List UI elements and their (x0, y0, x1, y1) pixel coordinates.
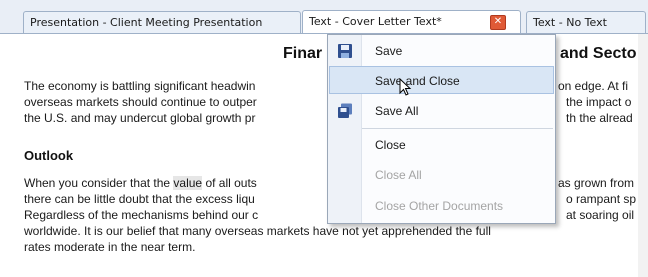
paragraph-line: rates moderate in the near term. (24, 240, 196, 254)
tab-context-menu: Save Save and Close Save All Close Close… (327, 34, 556, 224)
tab-client-meeting-presentation[interactable]: Presentation - Client Meeting Presentati… (23, 11, 301, 33)
save-all-icon (338, 103, 352, 118)
paragraph-line: at soaring oil (566, 208, 635, 222)
paragraph-line: The economy is battling significant head… (24, 79, 256, 93)
paragraph-line: the impact o (566, 95, 632, 109)
mouse-cursor-icon (399, 78, 412, 96)
section-heading: Outlook (24, 148, 74, 163)
paragraph-line: th the alread (566, 111, 633, 125)
paragraph-line: on edge. At fi (558, 79, 629, 93)
document-title-right: and Secto (560, 45, 637, 62)
paragraph-line: there can be little doubt that the exces… (24, 192, 255, 206)
tab-label: Text - No Text (533, 16, 607, 29)
tab-label: Text - Cover Letter Text* (309, 15, 442, 28)
tab-no-text[interactable]: Text - No Text (526, 11, 646, 33)
menu-item-save[interactable]: Save (329, 37, 554, 65)
tab-cover-letter-text[interactable]: Text - Cover Letter Text* ✕ (302, 10, 521, 34)
paragraph-line: overseas markets should continue to outp… (24, 95, 257, 109)
tab-label: Presentation - Client Meeting Presentati… (30, 16, 263, 29)
menu-item-save-all[interactable]: Save All (329, 97, 554, 125)
paragraph-line: Regardless of the mechanisms behind our … (24, 208, 259, 222)
menu-item-close[interactable]: Close (329, 131, 554, 159)
document-title-left: Finar (283, 45, 323, 62)
paragraph-line: as grown from (558, 176, 635, 190)
paragraph-line: o rampant sp (566, 192, 637, 206)
close-tab-icon[interactable]: ✕ (490, 15, 506, 30)
highlighted-word: value (173, 176, 203, 190)
menu-item-close-all[interactable]: Close All (329, 161, 554, 189)
document-tab-strip: Presentation - Client Meeting Presentati… (0, 0, 648, 34)
save-icon (338, 44, 352, 58)
paragraph-line: the U.S. and may undercut global growth … (24, 111, 256, 125)
paragraph-line: When you consider that the value of all … (24, 176, 257, 190)
menu-item-save-and-close[interactable]: Save and Close (329, 66, 554, 96)
paragraph-line: worldwide. It is our belief that many ov… (24, 224, 491, 238)
menu-item-close-other-documents[interactable]: Close Other Documents (329, 192, 554, 220)
vertical-scrollbar[interactable] (638, 34, 648, 277)
menu-separator (362, 128, 553, 129)
